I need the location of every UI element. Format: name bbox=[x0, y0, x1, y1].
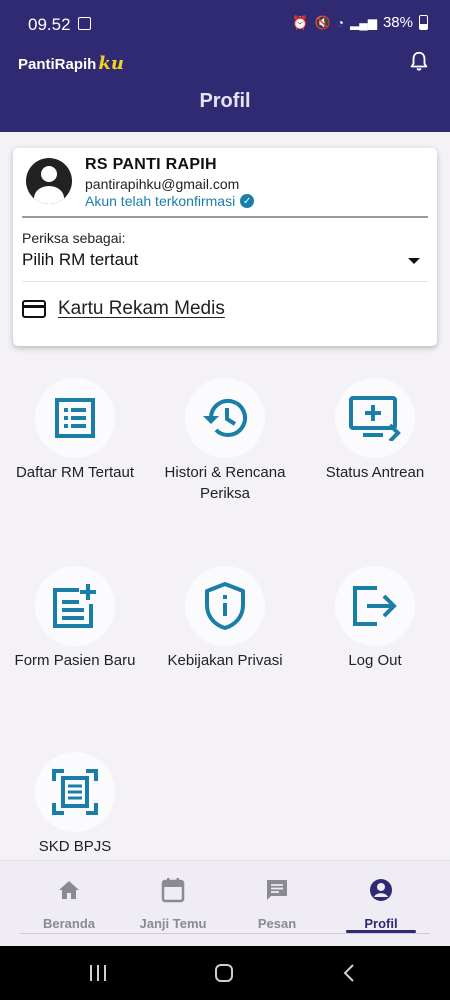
nav-label: Beranda bbox=[42, 916, 96, 931]
home-button-icon[interactable] bbox=[214, 964, 234, 982]
shield-info-icon bbox=[205, 582, 245, 630]
scan-document-icon bbox=[52, 769, 98, 815]
divider bbox=[22, 281, 428, 282]
battery-level: 38% bbox=[382, 14, 413, 31]
menu-queue-status[interactable]: Status Antrean bbox=[300, 378, 450, 483]
message-icon bbox=[267, 880, 287, 900]
medical-card-link[interactable]: Kartu Rekam Medis bbox=[22, 298, 225, 320]
home-icon bbox=[59, 881, 79, 899]
system-navigation-bar bbox=[0, 946, 450, 1000]
page-title: Profil bbox=[199, 90, 251, 112]
brand-suffix: ku bbox=[98, 53, 124, 74]
alarm-icon: ⏰ bbox=[292, 14, 309, 30]
check-as-label: Periksa sebagai: bbox=[22, 230, 126, 246]
nav-profile[interactable]: Profil bbox=[325, 877, 437, 931]
nav-divider bbox=[20, 933, 430, 934]
menu-label: Log Out bbox=[348, 652, 402, 669]
new-form-icon bbox=[53, 584, 96, 628]
menu-history[interactable]: Histori & Rencana Periksa bbox=[150, 378, 300, 504]
select-value: Pilih RM tertaut bbox=[22, 250, 139, 269]
menu-label: SKD BPJS bbox=[38, 838, 112, 855]
medical-record-select[interactable]: Pilih RM tertaut bbox=[22, 250, 425, 276]
dropdown-arrow-icon bbox=[408, 258, 420, 264]
signal-icon: ▂▄▆ bbox=[350, 15, 377, 30]
menu-privacy-policy[interactable]: Kebijakan Privasi bbox=[150, 566, 300, 671]
menu-skd-bpjs[interactable]: SKD BPJS bbox=[0, 752, 150, 857]
logout-icon bbox=[353, 586, 397, 626]
profile-card: RS PANTI RAPIH pantirapihku@gmail.com Ak… bbox=[13, 148, 437, 346]
account-icon bbox=[370, 879, 392, 901]
avatar bbox=[26, 158, 72, 204]
menu-label: Histori & Rencana Periksa bbox=[164, 464, 286, 502]
nav-label: Profil bbox=[364, 916, 398, 931]
status-bar: 09.52 ⏰ 🔇 ◔ ▂▄▆ 38% bbox=[0, 0, 450, 48]
medical-card-label: Kartu Rekam Medis bbox=[58, 298, 225, 319]
user-name: RS PANTI RAPIH bbox=[85, 156, 217, 173]
wifi-icon: ◔ bbox=[336, 15, 344, 30]
app-header: PantiRapih ku Profil bbox=[0, 48, 450, 132]
divider bbox=[22, 216, 428, 218]
nav-label: Pesan bbox=[257, 916, 297, 931]
back-icon[interactable] bbox=[342, 964, 356, 982]
active-tab-indicator bbox=[346, 930, 416, 933]
gallery-notification-icon bbox=[78, 17, 91, 30]
history-icon bbox=[203, 398, 247, 437]
nav-home[interactable]: Beranda bbox=[13, 877, 125, 931]
nav-label: Janji Temu bbox=[139, 916, 207, 931]
menu-label: Kebijakan Privasi bbox=[167, 652, 283, 669]
verified-status: Akun telah terkonfirmasi ✓ bbox=[85, 193, 255, 209]
menu-linked-records[interactable]: Daftar RM Tertaut bbox=[0, 378, 150, 483]
battery-icon bbox=[419, 15, 428, 30]
list-document-icon bbox=[55, 398, 95, 438]
verified-check-icon: ✓ bbox=[240, 194, 255, 208]
brand-logo: PantiRapih ku bbox=[18, 53, 124, 74]
calendar-icon bbox=[161, 878, 185, 903]
verified-text: Akun telah terkonfirmasi bbox=[85, 193, 236, 209]
menu-label: Daftar RM Tertaut bbox=[15, 464, 135, 481]
recent-apps-icon[interactable] bbox=[88, 964, 108, 982]
menu-new-patient-form[interactable]: Form Pasien Baru bbox=[0, 566, 150, 671]
menu-logout[interactable]: Log Out bbox=[300, 566, 450, 671]
brand-main: PantiRapih bbox=[18, 56, 97, 73]
menu-label: Status Antrean bbox=[325, 464, 425, 481]
credit-card-icon bbox=[22, 300, 46, 318]
nav-appointments[interactable]: Janji Temu bbox=[117, 877, 229, 931]
mute-icon: 🔇 bbox=[314, 14, 331, 30]
nav-messages[interactable]: Pesan bbox=[221, 877, 333, 931]
user-email: pantirapihku@gmail.com bbox=[85, 176, 240, 192]
menu-label: Form Pasien Baru bbox=[14, 652, 136, 669]
status-time: 09.52 bbox=[28, 15, 71, 34]
queue-monitor-icon bbox=[349, 396, 401, 441]
bell-icon[interactable] bbox=[408, 50, 430, 72]
system-indicators: ⏰ 🔇 ◔ ▂▄▆ 38% bbox=[292, 14, 428, 31]
